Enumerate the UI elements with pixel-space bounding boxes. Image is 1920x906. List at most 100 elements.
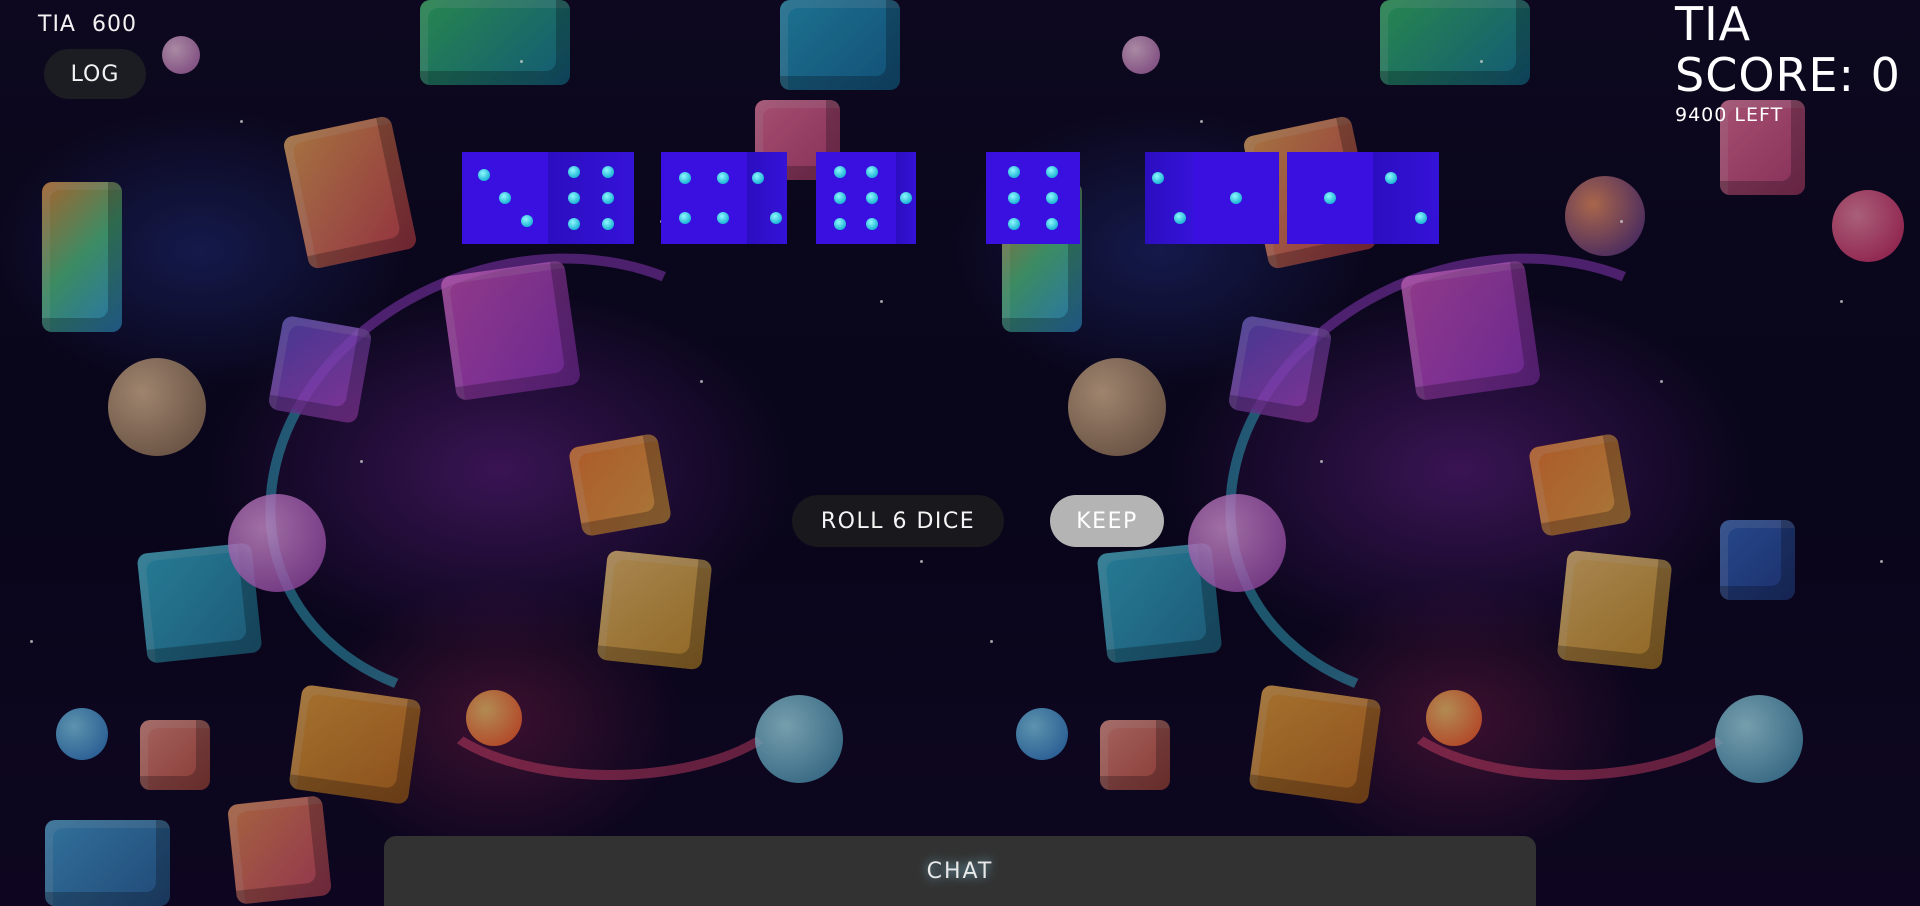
floating-cube — [140, 720, 210, 790]
floating-cube — [567, 432, 673, 538]
die-side-face — [548, 152, 634, 244]
die-front-face — [1193, 152, 1279, 244]
game-board: TIA 600 LOG TIA SCORE: 0 9400 LEFT ROLL 6… — [0, 0, 1920, 906]
planet — [466, 690, 522, 746]
die-pip — [900, 192, 912, 204]
die-pip — [602, 166, 615, 179]
scoreboard-player-name: TIA — [1675, 0, 1752, 51]
floating-cube — [282, 115, 418, 270]
die-side-face — [1373, 152, 1439, 244]
planet — [56, 708, 108, 760]
star — [240, 120, 243, 123]
star — [1480, 60, 1483, 63]
die-4[interactable] — [986, 152, 1080, 244]
star — [920, 560, 923, 563]
planet — [1715, 695, 1803, 783]
floating-cube — [1227, 314, 1333, 425]
die-pip — [1008, 166, 1021, 179]
star — [1880, 560, 1883, 563]
floating-cube — [1096, 542, 1223, 664]
floating-cube — [267, 314, 373, 425]
star — [1620, 220, 1623, 223]
floating-cube — [596, 549, 713, 671]
die-pip — [866, 166, 878, 179]
planet — [1016, 708, 1068, 760]
die-2[interactable] — [661, 152, 787, 244]
nebula-swirl — [201, 180, 859, 780]
floating-cube — [780, 0, 900, 90]
star — [990, 640, 993, 643]
planet — [1068, 358, 1166, 456]
planet — [1188, 494, 1286, 592]
nebula-swirl — [420, 600, 800, 780]
star — [880, 300, 883, 303]
star — [30, 640, 33, 643]
die-pip — [866, 192, 878, 204]
die-pip — [679, 212, 692, 225]
floating-cube — [1556, 549, 1673, 671]
planet — [162, 36, 200, 74]
roll-dice-button[interactable]: ROLL 6 DICE — [792, 495, 1004, 547]
die-pip — [499, 192, 511, 204]
die-front-face — [986, 152, 1080, 244]
star — [1320, 460, 1323, 463]
floating-cube — [420, 0, 570, 85]
floating-cube — [1100, 720, 1170, 790]
planet — [108, 358, 206, 456]
planet — [755, 695, 843, 783]
floating-cube — [1720, 520, 1795, 600]
scoreboard: TIA SCORE: 0 9400 LEFT — [1675, 0, 1901, 126]
die-1[interactable] — [462, 152, 634, 244]
die-front-face — [462, 152, 548, 244]
die-pip — [1173, 212, 1186, 225]
die-pip — [1008, 217, 1021, 230]
die-pip — [520, 215, 533, 227]
star — [1200, 120, 1203, 123]
player-points-hud: TIA 600 — [38, 12, 137, 37]
floating-cube — [1380, 0, 1530, 85]
die-6[interactable] — [1287, 152, 1439, 244]
die-pip — [1230, 192, 1242, 204]
hud-player-points: 600 — [91, 12, 137, 37]
hud-player-name: TIA — [38, 12, 76, 37]
star — [360, 460, 363, 463]
planet — [1122, 36, 1160, 74]
die-pip — [1152, 171, 1165, 184]
die-pip — [834, 192, 846, 204]
die-front-face — [661, 152, 747, 244]
planet — [1426, 690, 1482, 746]
die-pip — [567, 217, 580, 230]
floating-cube — [42, 182, 122, 332]
keep-button[interactable]: KEEP — [1050, 495, 1164, 547]
die-pip — [602, 217, 615, 230]
nebula-swirl — [1161, 180, 1819, 780]
planet — [1565, 176, 1645, 256]
die-front-face — [816, 152, 896, 244]
dice-row — [0, 0, 1920, 906]
floating-cube — [1248, 684, 1382, 805]
die-5[interactable] — [1145, 152, 1279, 244]
floating-cube — [45, 820, 170, 906]
die-pip — [477, 169, 490, 181]
log-button[interactable]: LOG — [44, 49, 146, 99]
space-background — [0, 0, 1920, 906]
chat-bar[interactable]: CHAT — [384, 836, 1536, 906]
die-pip — [602, 192, 615, 204]
die-pip — [866, 217, 878, 230]
die-pip — [1385, 171, 1398, 184]
die-pip — [716, 212, 729, 225]
star — [1660, 380, 1663, 383]
die-pip — [567, 192, 580, 204]
floating-cube — [288, 684, 422, 805]
die-pip — [1324, 192, 1336, 204]
die-pip — [679, 171, 692, 184]
star — [700, 380, 703, 383]
star — [1840, 300, 1843, 303]
die-3[interactable] — [816, 152, 916, 244]
die-pip — [1045, 166, 1058, 179]
die-pip — [1045, 192, 1058, 204]
scoreboard-score: SCORE: 0 — [1675, 48, 1901, 102]
planet — [1832, 190, 1904, 262]
die-pip — [716, 171, 729, 184]
floating-cube — [1399, 259, 1542, 402]
